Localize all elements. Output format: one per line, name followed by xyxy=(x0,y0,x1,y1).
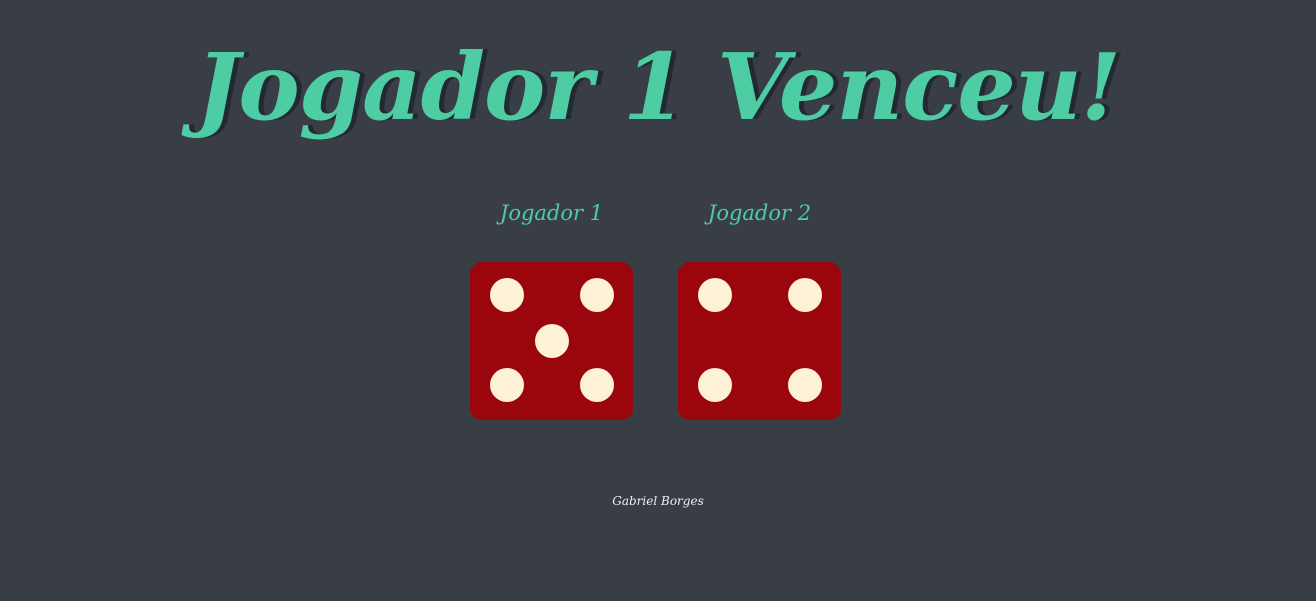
player-2-name: Jogador 2 xyxy=(707,201,812,225)
die-pip xyxy=(490,368,524,402)
player-1-panel: Jogador 1 xyxy=(470,195,633,231)
die-pip xyxy=(580,368,614,402)
die-pip xyxy=(698,368,732,402)
winner-title: Jogador 1 Venceu! xyxy=(195,33,1121,141)
die-pip xyxy=(534,324,569,358)
die-pip xyxy=(490,278,524,312)
die-pip xyxy=(580,278,614,312)
player-1-die xyxy=(470,262,633,420)
player-1-name: Jogador 1 xyxy=(499,201,604,225)
die-pip xyxy=(698,278,732,312)
die-pip xyxy=(788,278,822,312)
player-2-die xyxy=(678,262,841,420)
die-pip xyxy=(788,368,822,402)
player-2-panel: Jogador 2 xyxy=(678,195,841,231)
author-credit: Gabriel Borges xyxy=(612,494,704,508)
